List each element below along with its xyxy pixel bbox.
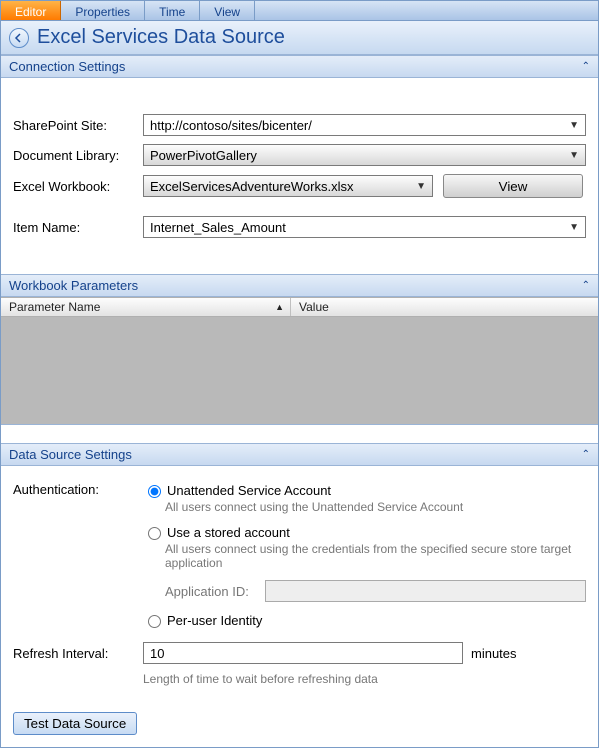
radio-stored[interactable] [148, 527, 161, 540]
item-name-label: Item Name: [13, 220, 143, 235]
minutes-label: minutes [471, 646, 517, 661]
section-header-connection[interactable]: Connection Settings ⌃ [1, 55, 598, 78]
test-data-source-button[interactable]: Test Data Source [13, 712, 137, 735]
tab-view[interactable]: View [200, 1, 255, 20]
section-header-parameters[interactable]: Workbook Parameters ⌃ [1, 274, 598, 297]
radio-unattended-label: Unattended Service Account [167, 483, 331, 498]
refresh-desc: Length of time to wait before refreshing… [143, 672, 586, 686]
column-parameter-name[interactable]: Parameter Name ▲ [1, 298, 291, 316]
tab-editor[interactable]: Editor [1, 1, 61, 20]
application-id-label: Application ID: [165, 584, 265, 599]
excel-workbook-combo[interactable]: ExcelServicesAdventureWorks.xlsx ▼ [143, 175, 433, 197]
parameters-table-body [1, 317, 598, 425]
back-arrow-icon [14, 33, 24, 43]
excel-workbook-value: ExcelServicesAdventureWorks.xlsx [150, 179, 354, 194]
collapse-icon[interactable]: ⌃ [582, 61, 590, 72]
unattended-desc: All users connect using the Unattended S… [165, 500, 586, 514]
tab-bar: Editor Properties Time View [1, 1, 598, 21]
sharepoint-site-value: http://contoso/sites/bicenter/ [150, 118, 312, 133]
stored-desc: All users connect using the credentials … [165, 542, 586, 570]
tab-properties[interactable]: Properties [61, 1, 145, 20]
section-title: Data Source Settings [9, 447, 132, 462]
radio-peruser-label: Per-user Identity [167, 613, 262, 628]
title-bar: Excel Services Data Source [1, 21, 598, 55]
radio-peruser[interactable] [148, 615, 161, 628]
excel-workbook-label: Excel Workbook: [13, 179, 143, 194]
connection-settings-body: SharePoint Site: http://contoso/sites/bi… [1, 78, 598, 274]
item-name-value: Internet_Sales_Amount [150, 220, 286, 235]
column-value[interactable]: Value [291, 300, 598, 314]
chevron-down-icon: ▼ [569, 150, 579, 161]
section-title: Connection Settings [9, 59, 125, 74]
radio-stored-label: Use a stored account [167, 525, 290, 540]
back-button[interactable] [9, 28, 29, 48]
tab-label: Time [159, 5, 185, 19]
view-button[interactable]: View [443, 174, 583, 198]
refresh-interval-label: Refresh Interval: [13, 646, 143, 661]
section-title: Workbook Parameters [9, 278, 138, 293]
collapse-icon[interactable]: ⌃ [582, 449, 590, 460]
column-label: Parameter Name [9, 300, 100, 314]
document-library-combo[interactable]: PowerPivotGallery ▼ [143, 144, 586, 166]
window: Editor Properties Time View Excel Servic… [0, 0, 599, 748]
tab-label: Editor [15, 5, 46, 19]
collapse-icon[interactable]: ⌃ [582, 280, 590, 291]
application-id-field [265, 580, 586, 602]
document-library-value: PowerPivotGallery [150, 148, 257, 163]
page-title: Excel Services Data Source [37, 26, 285, 49]
chevron-down-icon: ▼ [416, 181, 426, 192]
item-name-combo[interactable]: Internet_Sales_Amount ▼ [143, 216, 586, 238]
document-library-label: Document Library: [13, 148, 143, 163]
tab-time[interactable]: Time [145, 1, 200, 20]
radio-unattended[interactable] [148, 485, 161, 498]
data-source-settings-body: Authentication: Unattended Service Accou… [1, 466, 598, 706]
chevron-down-icon: ▼ [569, 222, 579, 233]
sharepoint-site-label: SharePoint Site: [13, 118, 143, 133]
chevron-down-icon: ▼ [569, 120, 579, 131]
tab-label: Properties [75, 5, 130, 19]
section-header-datasource[interactable]: Data Source Settings ⌃ [1, 443, 598, 466]
sort-icon: ▲ [275, 302, 284, 312]
refresh-interval-input[interactable] [143, 642, 463, 664]
column-label: Value [299, 300, 329, 314]
authentication-label: Authentication: [13, 482, 143, 630]
parameters-table-header: Parameter Name ▲ Value [1, 297, 598, 317]
tab-label: View [214, 5, 240, 19]
sharepoint-site-combo[interactable]: http://contoso/sites/bicenter/ ▼ [143, 114, 586, 136]
